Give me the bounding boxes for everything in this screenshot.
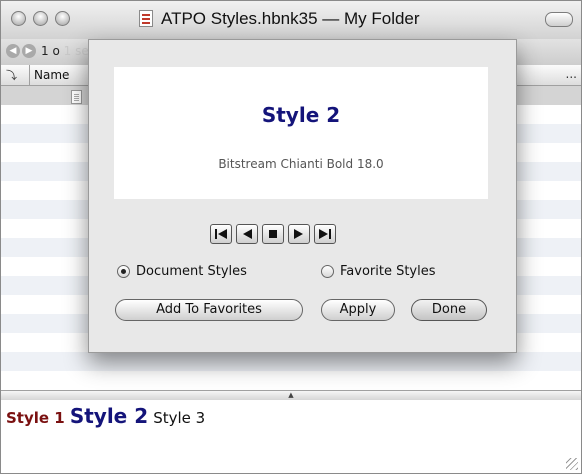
chevron-up-icon: ▲ xyxy=(288,391,294,399)
next-style-button[interactable] xyxy=(288,224,310,244)
toolbar-toggle-button[interactable] xyxy=(545,12,573,27)
next-icon xyxy=(294,229,303,239)
stop-button[interactable] xyxy=(262,224,284,244)
style-2-sample[interactable]: Style 2 xyxy=(70,404,148,428)
close-window-button[interactable] xyxy=(11,11,26,26)
list-row-empty xyxy=(1,371,581,390)
window-title: ATPO Styles.hbnk35 — My Folder xyxy=(161,9,420,28)
sort-arrow-icon[interactable]: ⤵ xyxy=(6,67,26,83)
forward-arrow-icon[interactable]: ▶ xyxy=(22,44,36,58)
title-bar[interactable]: ATPO Styles.hbnk35 — My Folder xyxy=(1,1,581,40)
previous-icon xyxy=(243,229,252,239)
style-preview-name: Style 2 xyxy=(261,103,341,127)
radio-selected-icon[interactable] xyxy=(117,265,130,278)
skip-to-first-icon xyxy=(215,229,227,239)
document-proxy-icon[interactable] xyxy=(139,10,153,27)
resize-grip-icon[interactable] xyxy=(566,458,578,470)
document-styles-radio[interactable]: Document Styles xyxy=(117,264,247,279)
document-styles-label: Document Styles xyxy=(136,264,247,279)
styles-panel: Style 2 Bitstream Chianti Bold 18.0 Docu… xyxy=(88,39,517,353)
back-arrow-icon[interactable]: ◀ xyxy=(6,44,20,58)
style-preview-font: Bitstream Chianti Bold 18.0 xyxy=(218,157,384,171)
favorite-styles-label: Favorite Styles xyxy=(340,264,436,279)
add-to-favorites-button[interactable]: Add To Favorites xyxy=(115,299,303,321)
style-3-sample[interactable]: Style 3 xyxy=(153,409,205,427)
previous-style-button[interactable] xyxy=(236,224,258,244)
list-row-empty xyxy=(1,352,581,371)
column-header-name[interactable]: Name xyxy=(34,68,69,82)
styled-text-line: Style 1 Style 2 Style 3 xyxy=(6,404,205,428)
stop-icon xyxy=(269,230,277,238)
column-divider xyxy=(29,65,30,85)
styled-text-area[interactable]: Style 1 Style 2 Style 3 xyxy=(1,400,581,473)
style-preview: Style 2 Bitstream Chianti Bold 18.0 xyxy=(114,67,488,199)
zoom-window-button[interactable] xyxy=(55,11,70,26)
document-window: ATPO Styles.hbnk35 — My Folder ◀ ▶ 1 o 1… xyxy=(0,0,582,474)
first-style-button[interactable] xyxy=(210,224,232,244)
skip-to-last-icon xyxy=(319,229,331,239)
more-columns-button[interactable]: ... xyxy=(566,67,577,81)
radio-unselected-icon[interactable] xyxy=(321,265,334,278)
last-style-button[interactable] xyxy=(314,224,336,244)
favorite-styles-radio[interactable]: Favorite Styles xyxy=(321,264,436,279)
minimize-window-button[interactable] xyxy=(33,11,48,26)
done-button[interactable]: Done xyxy=(411,299,487,321)
style-1-sample[interactable]: Style 1 xyxy=(6,409,65,427)
document-icon xyxy=(71,90,82,104)
apply-button[interactable]: Apply xyxy=(321,299,395,321)
